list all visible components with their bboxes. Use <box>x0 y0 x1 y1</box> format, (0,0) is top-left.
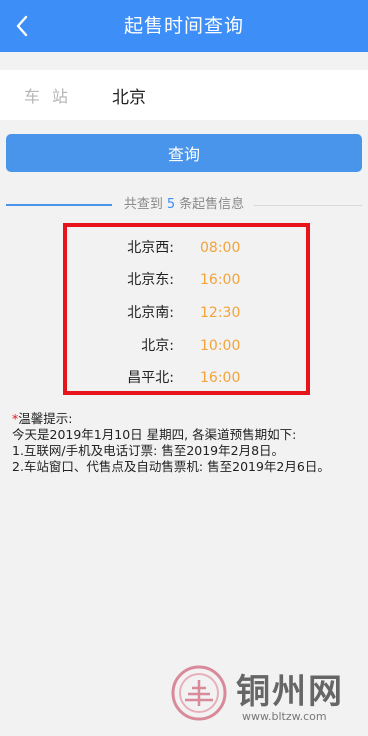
result-count-row: 共查到 5 条起售信息 <box>0 193 368 217</box>
count-suffix: 条起售信息 <box>179 197 245 212</box>
result-row: 北京东: 16:00 <box>0 268 368 292</box>
tips-line: 1.互联网/手机及电话订票: 售至2019年2月8日。 <box>12 443 285 458</box>
result-station: 昌平北: <box>127 370 174 386</box>
tips-line: 2.车站窗口、代售点及自动售票机: 售至2019年2月6日。 <box>12 459 330 474</box>
tips-title: *温馨提示: <box>12 411 362 427</box>
top-bar: 起售时间查询 <box>0 0 368 52</box>
result-row: 北京: 10:00 <box>0 334 368 358</box>
watermark: 铜州网 www.bltzw.com <box>170 662 366 732</box>
result-time: 08:00 <box>200 240 241 256</box>
result-count-text: 共查到 5 条起售信息 <box>0 193 368 217</box>
result-station: 北京西: <box>127 240 174 256</box>
result-time: 12:30 <box>200 305 241 321</box>
count-number: 5 <box>166 197 176 212</box>
result-time: 16:00 <box>200 370 241 386</box>
result-time: 10:00 <box>200 338 241 354</box>
station-label: 车站 <box>24 87 81 106</box>
result-row: 北京西: 08:00 <box>0 236 368 260</box>
station-value[interactable]: 北京 <box>112 83 146 108</box>
count-prefix: 共查到 <box>123 197 163 212</box>
watermark-url: www.bltzw.com <box>242 710 327 723</box>
result-time: 16:00 <box>200 272 241 288</box>
page-title: 起售时间查询 <box>123 15 244 37</box>
watermark-logo-icon <box>171 665 227 721</box>
result-station: 北京: <box>141 338 174 354</box>
result-station: 北京南: <box>127 305 174 321</box>
tips-title-text: 温馨提示: <box>18 411 73 426</box>
station-field-row[interactable]: 车站 北京 <box>0 70 368 120</box>
result-row: 北京南: 12:30 <box>0 301 368 325</box>
watermark-name: 铜州网 <box>236 672 344 712</box>
query-button[interactable]: 查询 <box>6 134 362 172</box>
tips-section: *温馨提示: 今天是2019年1月10日 星期四, 各渠道预售期如下: 1.互联… <box>12 411 362 475</box>
result-row: 昌平北: 16:00 <box>0 366 368 390</box>
result-station: 北京东: <box>127 272 174 288</box>
tips-line: 今天是2019年1月10日 星期四, 各渠道预售期如下: <box>12 427 297 442</box>
